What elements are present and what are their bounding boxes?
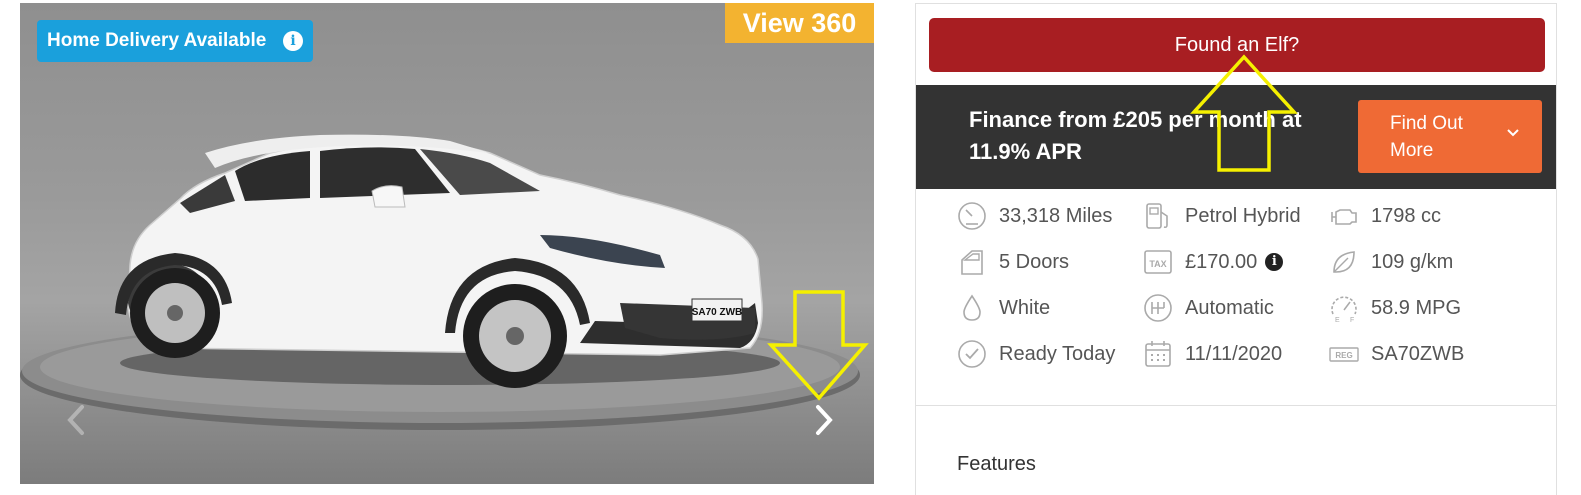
svg-text:E: E	[1335, 317, 1340, 324]
found-an-elf-button[interactable]: Found an Elf?	[929, 18, 1545, 72]
finance-banner: Finance from £205 per month at 11.9% APR…	[916, 85, 1556, 189]
spec-emissions: 109 g/km	[1328, 247, 1453, 277]
svg-text:REG: REG	[1335, 351, 1352, 360]
svg-text:F: F	[1350, 317, 1354, 324]
fuel-gauge-icon: EF	[1331, 296, 1357, 324]
odometer-icon	[958, 202, 986, 230]
view-360-button[interactable]: View 360	[725, 3, 874, 43]
spec-value: £170.00	[1185, 250, 1258, 273]
spec-road-tax: TAX £170.00 i	[1142, 247, 1284, 277]
spec-value: 1798 cc	[1371, 204, 1442, 227]
spec-registration-date: 11/11/2020	[1142, 339, 1282, 369]
spec-fuel-economy: EF 58.9 MPG	[1328, 293, 1462, 324]
paint-drop-icon	[963, 294, 981, 321]
chevron-right-icon[interactable]	[804, 395, 844, 445]
spec-transmission: Automatic	[1142, 293, 1274, 323]
spec-registration: REG SA70ZWB	[1328, 339, 1464, 369]
spec-value: White	[999, 296, 1051, 319]
spec-value: 33,318 Miles	[999, 204, 1113, 227]
car-image-gallery[interactable]: SA70 ZWB Home Delivery Available i View …	[20, 3, 874, 484]
spec-value: 109 g/km	[1371, 250, 1454, 273]
find-out-more-button[interactable]: Find Out More	[1358, 100, 1542, 173]
info-icon[interactable]: i	[283, 31, 303, 51]
spec-engine-size: 1798 cc	[1328, 201, 1441, 231]
spec-value: 58.9 MPG	[1371, 296, 1462, 319]
chevron-left-icon[interactable]	[56, 395, 96, 445]
spec-value: 5 Doors	[999, 250, 1070, 273]
svg-text:TAX: TAX	[1149, 259, 1166, 269]
chevron-down-icon	[1507, 129, 1519, 137]
find-out-more-label: Find Out More	[1390, 113, 1463, 161]
home-delivery-label: Home Delivery Available	[47, 30, 267, 51]
engine-icon	[1331, 209, 1357, 225]
finance-offer-text: Finance from £205 per month at 11.9% APR	[969, 107, 1302, 164]
info-icon[interactable]: i	[1265, 253, 1284, 271]
car-listing-page: SA70 ZWB Home Delivery Available i View …	[0, 0, 1581, 495]
leaf-icon	[1333, 251, 1355, 273]
spec-value: 11/11/2020	[1185, 342, 1283, 365]
section-divider	[916, 405, 1556, 406]
spec-doors: 5 Doors	[956, 247, 1069, 277]
spec-value: SA70ZWB	[1371, 342, 1465, 365]
spec-availability: Ready Today	[956, 339, 1115, 369]
fuel-pump-icon	[1146, 203, 1168, 229]
reg-plate-icon: REG	[1329, 347, 1359, 362]
calendar-icon	[1145, 341, 1171, 367]
spec-fuel-type: Petrol Hybrid	[1142, 201, 1301, 231]
tax-icon: TAX	[1144, 250, 1172, 274]
check-circle-icon	[958, 340, 986, 368]
home-delivery-badge[interactable]: Home Delivery Available i	[37, 20, 313, 62]
spec-mileage: 33,318 Miles	[956, 201, 1112, 231]
vehicle-summary-panel: Found an Elf? Finance from £205 per mont…	[915, 3, 1557, 495]
features-heading: Features	[957, 453, 1036, 475]
car-photo: SA70 ZWB	[20, 134, 860, 430]
spec-colour: White	[956, 293, 1050, 323]
spec-value: Petrol Hybrid	[1185, 204, 1301, 227]
svg-text:SA70 ZWB: SA70 ZWB	[692, 307, 743, 318]
gearbox-icon	[1144, 294, 1172, 322]
spec-value: Automatic	[1185, 296, 1274, 319]
car-door-icon	[961, 250, 983, 275]
spec-value: Ready Today	[999, 342, 1116, 365]
